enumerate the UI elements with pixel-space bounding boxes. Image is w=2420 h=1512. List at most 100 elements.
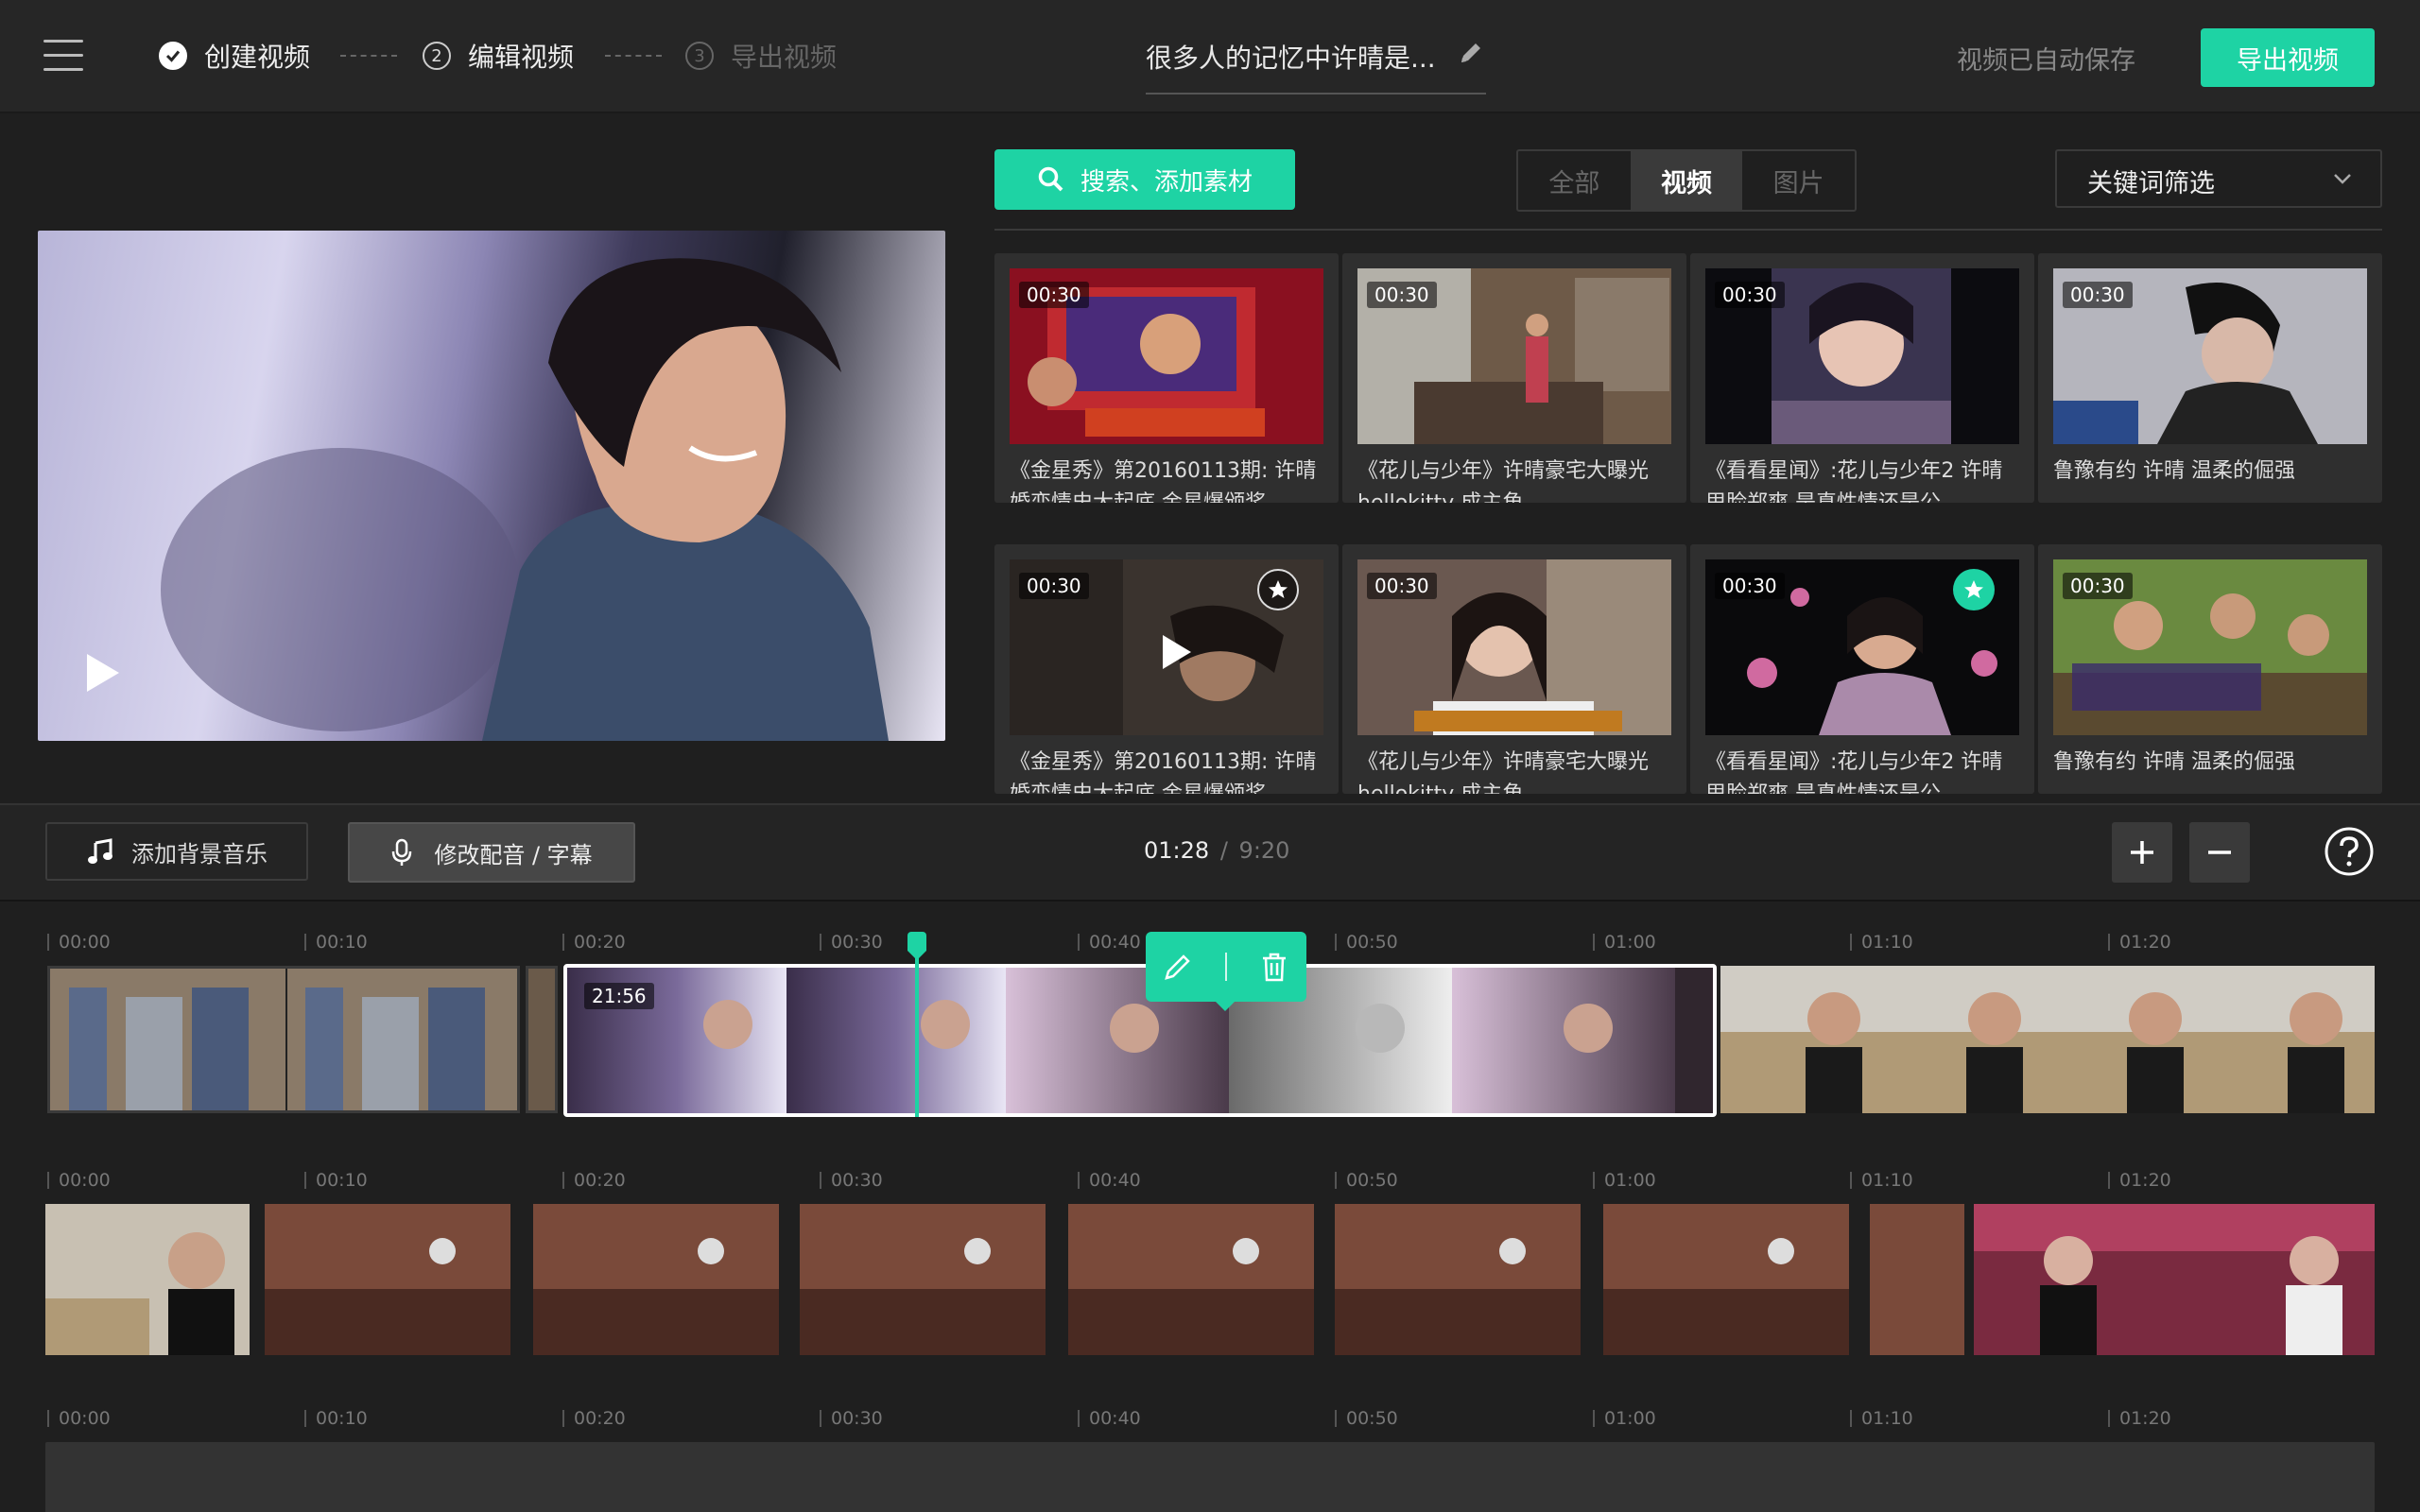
media-card[interactable]: 00:30 《看看星闻》:花儿与少年2 许晴甩脸郑爽 是真性情还是公... — [1690, 253, 2034, 503]
tab-all[interactable]: 全部 — [1518, 151, 1631, 210]
time-total: 9:20 — [1238, 837, 1290, 864]
add-music-label: 添加背景音乐 — [131, 840, 268, 868]
duration-badge: 00:30 — [1019, 282, 1089, 308]
timeline-clip-selected[interactable]: 21:56 — [563, 964, 1717, 1117]
duration-badge: 00:30 — [2063, 282, 2133, 308]
pencil-icon[interactable] — [1458, 40, 1484, 70]
media-type-tabs: 全部 视频 图片 — [1516, 149, 1857, 212]
ruler-tick: 00:10 — [304, 1408, 368, 1429]
keyword-filter-select[interactable]: 关键词筛选 — [2055, 149, 2382, 208]
time-separator: / — [1219, 837, 1228, 864]
media-card[interactable]: 00:30 鲁豫有约 许晴 温柔的倔强 — [2038, 253, 2382, 503]
play-icon[interactable] — [83, 652, 121, 694]
media-card-title: 《看看星闻》:花儿与少年2 许晴甩脸郑爽 是真性情还是公... — [1705, 459, 2003, 503]
media-card-title: 《金星秀》第20160113期: 许晴婚恋情史大起底 金星爆颁奖... — [1010, 750, 1317, 794]
search-add-media-button[interactable]: 搜索、添加素材 — [994, 149, 1295, 210]
keyword-filter-label: 关键词筛选 — [2087, 169, 2215, 198]
media-card-title: 《看看星闻》:花儿与少年2 许晴甩脸郑爽 是真性情还是公... — [1705, 750, 2003, 794]
zoom-in-button[interactable] — [2112, 822, 2172, 883]
ruler-tick: 01:00 — [1593, 1170, 1656, 1191]
tab-image[interactable]: 图片 — [1742, 151, 1855, 210]
help-icon[interactable] — [2324, 826, 2375, 881]
plus-icon — [2131, 841, 2153, 864]
trash-icon[interactable] — [1258, 951, 1290, 983]
ruler-tick: 00:30 — [820, 1170, 883, 1191]
media-card[interactable]: 00:30 《看看星闻》:花儿与少年2 许晴甩脸郑爽 是真性情还是公... — [1690, 544, 2034, 794]
empty-track[interactable] — [45, 1442, 2375, 1512]
music-icon — [88, 838, 112, 864]
duration-badge: 00:30 — [1019, 573, 1089, 599]
clip-frames — [50, 969, 517, 1110]
minus-icon — [2208, 850, 2231, 854]
autosave-status: 视频已自动保存 — [1957, 46, 2135, 76]
search-add-media-label: 搜索、添加素材 — [1080, 167, 1253, 197]
media-card[interactable]: 00:30 《花儿与少年》许晴豪宅大曝光 hellokitty 成主角 — [1342, 544, 1686, 794]
zoom-out-button[interactable] — [2189, 822, 2250, 883]
video-title: 很多人的记忆中许晴是... — [1146, 43, 1436, 74]
time-ruler: 00:00 00:10 00:20 00:30 00:40 00:50 01:0… — [47, 1170, 2373, 1198]
duration-badge: 00:30 — [2063, 573, 2133, 599]
preview-image — [161, 258, 889, 741]
tab-video[interactable]: 视频 — [1630, 151, 1743, 210]
ruler-tick: 00:50 — [1335, 1408, 1398, 1429]
video-preview[interactable] — [38, 231, 945, 741]
microphone-icon — [392, 838, 412, 866]
chevron-down-icon — [2334, 174, 2351, 184]
edit-voice-subtitle-button[interactable]: 修改配音 / 字幕 — [348, 822, 635, 883]
timeline-clip[interactable] — [526, 966, 558, 1113]
ruler-tick: 00:50 — [1335, 1170, 1398, 1191]
media-card[interactable]: 00:30 《金星秀》第20160113期: 许晴婚恋情史大起底 金星爆颁奖..… — [994, 544, 1339, 794]
ruler-tick: 00:20 — [562, 1408, 626, 1429]
step-export-label: 导出视频 — [731, 42, 838, 73]
media-grid: 00:30 《金星秀》第20160113期: 许晴婚恋情史大起底 金星爆颁奖..… — [994, 253, 2382, 803]
ruler-tick: 01:20 — [2108, 932, 2171, 953]
duration-badge: 00:30 — [1367, 573, 1437, 599]
time-current: 01:28 — [1144, 837, 1210, 864]
step-divider — [605, 55, 662, 57]
time-display: 01:28 / 9:20 — [1144, 837, 1289, 864]
ruler-tick: 00:20 — [562, 932, 626, 953]
star-icon[interactable] — [1953, 569, 1995, 610]
step-create-label: 创建视频 — [204, 42, 311, 73]
media-card[interactable]: 00:30 《花儿与少年》许晴豪宅大曝光 hellokitty 成主角 — [1342, 253, 1686, 503]
media-card-title: 《花儿与少年》许晴豪宅大曝光 hellokitty 成主角 — [1357, 459, 1650, 503]
search-icon — [1038, 166, 1063, 192]
ruler-tick: 01:00 — [1593, 1408, 1656, 1429]
media-card[interactable]: 00:30 鲁豫有约 许晴 温柔的倔强 — [2038, 544, 2382, 794]
ruler-tick: 00:00 — [47, 1170, 111, 1191]
export-video-button[interactable]: 导出视频 — [2201, 28, 2375, 87]
clip-frames — [1720, 966, 2375, 1113]
timeline-divider — [0, 900, 2420, 902]
timeline-clip[interactable] — [1720, 966, 2375, 1113]
top-bar: 创建视频 2 编辑视频 3 导出视频 很多人的记忆中许晴是... 视频已自动保存… — [0, 0, 2420, 113]
ruler-tick: 00:00 — [47, 1408, 111, 1429]
timeline-clip[interactable] — [47, 966, 520, 1113]
ruler-tick: 00:40 — [1078, 1408, 1141, 1429]
video-title-field[interactable]: 很多人的记忆中许晴是... — [1146, 32, 1486, 94]
time-ruler: 00:00 00:10 00:20 00:30 00:40 00:50 01:0… — [47, 1408, 2373, 1436]
pencil-icon[interactable] — [1162, 951, 1194, 983]
menu-icon[interactable] — [43, 40, 83, 72]
ruler-tick: 01:00 — [1593, 932, 1656, 953]
clip-frames — [567, 968, 1713, 1113]
ruler-tick: 00:40 — [1078, 932, 1141, 953]
timeline-track — [45, 1204, 2375, 1355]
edit-voice-subtitle-label: 修改配音 / 字幕 — [434, 841, 593, 868]
popup-divider — [1224, 953, 1227, 981]
media-card[interactable]: 00:30 《金星秀》第20160113期: 许晴婚恋情史大起底 金星爆颁奖..… — [994, 253, 1339, 503]
step-edit[interactable]: 2 编辑视频 — [423, 36, 574, 76]
add-music-button[interactable]: 添加背景音乐 — [45, 822, 308, 881]
ruler-tick: 01:20 — [2108, 1170, 2171, 1191]
star-icon[interactable] — [1257, 569, 1299, 610]
step-create[interactable]: 创建视频 — [159, 36, 310, 76]
playhead-line — [915, 953, 920, 1117]
track-frames[interactable] — [45, 1204, 2375, 1355]
ruler-tick: 00:30 — [820, 1408, 883, 1429]
media-card-title: 《花儿与少年》许晴豪宅大曝光 hellokitty 成主角 — [1357, 750, 1650, 794]
step-divider — [340, 55, 397, 57]
playhead-handle[interactable] — [908, 932, 927, 951]
ruler-tick: 00:30 — [820, 932, 883, 953]
duration-badge: 00:30 — [1715, 282, 1785, 308]
step-edit-label: 编辑视频 — [468, 42, 575, 73]
step-export[interactable]: 3 导出视频 — [685, 36, 837, 76]
